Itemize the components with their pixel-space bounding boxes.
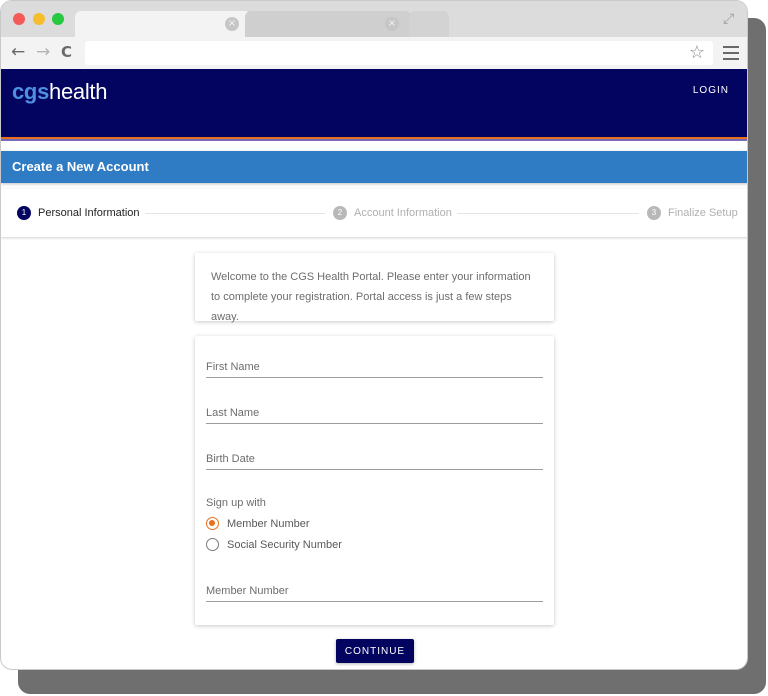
step-number: 3 [647, 206, 661, 220]
radio-checked-icon[interactable] [206, 517, 219, 530]
back-arrow-icon[interactable]: ← [11, 41, 25, 63]
member-number-input[interactable] [206, 585, 543, 597]
radio-member-number[interactable]: Member Number [206, 517, 310, 530]
radio-label[interactable]: Social Security Number [227, 539, 342, 551]
header-accent-stripe [1, 137, 747, 141]
welcome-card: Welcome to the CGS Health Portal. Please… [195, 253, 554, 323]
forward-arrow-icon[interactable]: → [36, 41, 50, 63]
close-window-button[interactable] [13, 13, 25, 25]
step-number: 2 [333, 206, 347, 220]
registration-stepper: 1 Personal Information 2 Account Informa… [1, 189, 747, 237]
last-name-field [206, 400, 543, 424]
logo-cgs-text: cgs [12, 79, 50, 104]
page-title: Create a New Account [12, 159, 149, 174]
step-account-information: 2 Account Information [333, 206, 452, 220]
reload-icon[interactable]: C [61, 41, 72, 63]
radio-social-security-number[interactable]: Social Security Number [206, 538, 342, 551]
welcome-message: Welcome to the CGS Health Portal. Please… [211, 271, 531, 323]
step-connector [457, 213, 639, 214]
browser-tab-active[interactable]: × [75, 11, 251, 37]
browser-toolbar: ← → C ☆ [1, 37, 747, 69]
step-finalize-setup: 3 Finalize Setup [647, 206, 738, 220]
maximize-window-button[interactable] [52, 13, 64, 25]
signup-method-label: Sign up with [206, 497, 266, 509]
browser-menu-icon[interactable] [723, 46, 739, 60]
minimize-window-button[interactable] [33, 13, 45, 25]
new-tab-button[interactable] [409, 11, 449, 37]
last-name-input[interactable] [206, 407, 543, 419]
first-name-field [206, 354, 543, 378]
login-link[interactable]: LOGIN [693, 85, 729, 96]
radio-unchecked-icon[interactable] [206, 538, 219, 551]
bookmark-star-icon[interactable]: ☆ [689, 41, 705, 65]
step-label: Personal Information [38, 207, 140, 219]
member-number-field [206, 578, 543, 602]
browser-chrome: × × ⤢ ← → C ☆ [1, 1, 747, 69]
step-number: 1 [17, 206, 31, 220]
browser-tab-inactive[interactable]: × [245, 11, 411, 37]
personal-info-form: Sign up with Member Number Social Securi… [195, 336, 554, 625]
cgs-health-logo[interactable]: cgshealth [12, 79, 107, 105]
logo-health-text: health [49, 79, 108, 104]
expand-icon[interactable]: ⤢ [723, 11, 734, 27]
tab-close-icon[interactable]: × [225, 17, 239, 31]
radio-label[interactable]: Member Number [227, 518, 310, 530]
step-personal-information: 1 Personal Information [17, 206, 140, 220]
browser-window: × × ⤢ ← → C ☆ cgshealth LOGIN Create a N… [0, 0, 748, 670]
birth-date-input[interactable] [206, 453, 543, 465]
site-header: cgshealth LOGIN [1, 69, 747, 137]
step-label: Finalize Setup [668, 207, 738, 219]
page-title-bar: Create a New Account [1, 151, 747, 183]
first-name-input[interactable] [206, 361, 543, 373]
tab-close-icon[interactable]: × [385, 17, 399, 31]
birth-date-field [206, 446, 543, 470]
address-bar[interactable]: ☆ [85, 41, 713, 65]
continue-button[interactable]: CONTINUE [336, 639, 414, 663]
step-connector [145, 213, 325, 214]
step-label: Account Information [354, 207, 452, 219]
